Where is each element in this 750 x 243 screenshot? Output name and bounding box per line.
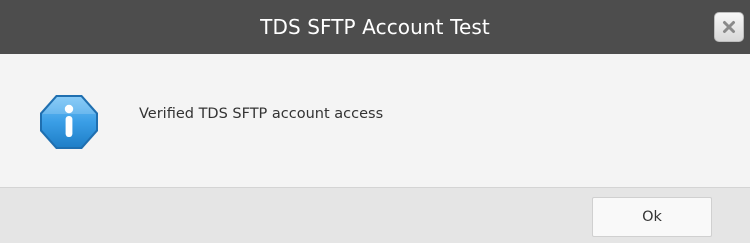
close-button[interactable]	[714, 12, 744, 42]
dialog-titlebar: TDS SFTP Account Test	[0, 0, 750, 54]
info-icon	[36, 89, 102, 155]
dialog-message: Verified TDS SFTP account access	[139, 106, 384, 122]
dialog-title: TDS SFTP Account Test	[260, 15, 490, 39]
ok-button[interactable]: Ok	[592, 197, 712, 237]
sftp-test-dialog: TDS SFTP Account Test Verified TDS SFTP …	[0, 0, 750, 243]
close-icon	[722, 20, 736, 34]
dialog-footer: Ok	[0, 187, 750, 243]
dialog-body: Verified TDS SFTP account access	[0, 54, 750, 187]
